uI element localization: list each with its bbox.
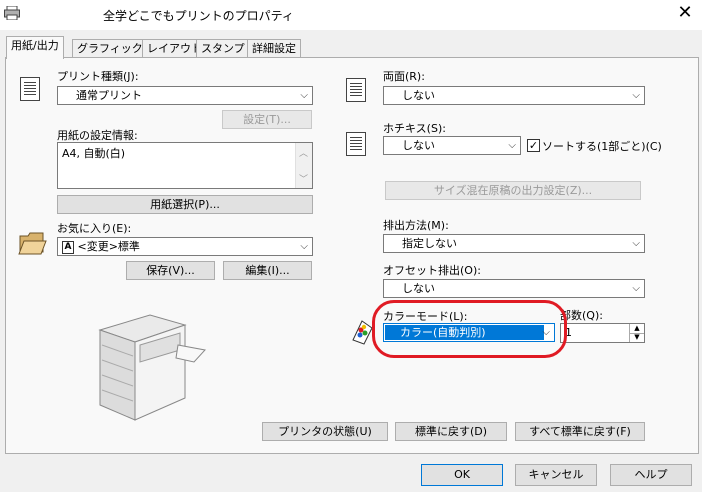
duplex-select[interactable]: しない ⌵ xyxy=(383,86,645,105)
copies-spinner[interactable]: 1 ▲ ▼ xyxy=(560,323,645,343)
chevron-down-icon: ⌵ xyxy=(632,90,640,101)
color-mode-value: カラー(自動判別) xyxy=(385,325,544,340)
edit-button[interactable]: 編集(I)... xyxy=(223,261,312,280)
scroll-down-icon[interactable]: ﹀ xyxy=(299,172,308,185)
ok-button[interactable]: OK xyxy=(421,464,503,486)
offset-select[interactable]: しない ⌵ xyxy=(383,279,645,298)
favorites-select[interactable]: A <変更>標準 ⌵ xyxy=(57,237,313,256)
duplex-label: 両面(R): xyxy=(383,70,425,83)
chevron-down-icon: ⌵ xyxy=(508,140,516,151)
help-button[interactable]: ヘルプ xyxy=(610,464,692,486)
staple-doc-icon xyxy=(346,132,366,156)
favorites-value: <変更>標準 xyxy=(77,240,140,253)
chevron-down-icon: ⌵ xyxy=(542,327,550,338)
staple-value: しない xyxy=(402,139,435,152)
tab-stamp[interactable]: スタンプ xyxy=(196,39,250,58)
chevron-down-icon: ⌵ xyxy=(632,283,640,294)
favorites-badge: A xyxy=(62,240,74,254)
color-mode-select[interactable]: カラー(自動判別) ⌵ xyxy=(383,323,555,342)
reset-default-button[interactable]: 標準に戻す(D) xyxy=(395,422,507,441)
output-method-select[interactable]: 指定しない ⌵ xyxy=(383,234,645,253)
favorites-label: お気に入り(E): xyxy=(57,222,132,235)
close-button[interactable]: ✕ xyxy=(670,2,700,26)
staple-label: ホチキス(S): xyxy=(383,122,446,135)
save-button[interactable]: 保存(V)... xyxy=(126,261,215,280)
cancel-button[interactable]: キャンセル xyxy=(515,464,597,486)
printer-illustration xyxy=(98,314,206,421)
chevron-down-icon: ⌵ xyxy=(300,90,308,101)
staple-select[interactable]: しない ⌵ xyxy=(383,136,521,155)
spin-down-icon[interactable]: ▼ xyxy=(629,333,644,342)
window-title: 全学どこでもプリントのプロパティ xyxy=(103,9,294,23)
output-method-label: 排出方法(M): xyxy=(383,219,449,232)
settings-button[interactable]: 設定(T)... xyxy=(222,110,312,129)
print-type-label: プリント種類(J): xyxy=(57,70,139,83)
mixed-size-button[interactable]: サイズ混在原稿の出力設定(Z)... xyxy=(385,181,641,200)
paper-info-textarea[interactable]: A4, 自動(白) ︿ ﹀ xyxy=(57,142,313,189)
tab-advanced[interactable]: 詳細設定 xyxy=(247,39,301,58)
scroll-up-icon[interactable]: ︿ xyxy=(299,146,308,159)
sort-checkbox[interactable]: ✓ xyxy=(527,139,540,152)
color-palette-icon xyxy=(352,320,373,345)
reset-all-button[interactable]: すべて標準に戻す(F) xyxy=(515,422,645,441)
duplex-doc-icon xyxy=(346,78,366,102)
chevron-down-icon: ⌵ xyxy=(632,238,640,249)
document-icon xyxy=(20,77,40,101)
output-method-value: 指定しない xyxy=(402,237,457,250)
paper-info-label: 用紙の設定情報: xyxy=(57,129,138,142)
print-type-value: 通常プリント xyxy=(76,89,142,102)
tab-paper-output[interactable]: 用紙/出力 xyxy=(6,36,64,59)
chevron-down-icon: ⌵ xyxy=(300,241,308,252)
offset-value: しない xyxy=(402,282,435,295)
sort-label: ソートする(1部ごと)(C) xyxy=(542,140,662,153)
duplex-value: しない xyxy=(402,89,435,102)
color-mode-label: カラーモード(L): xyxy=(383,308,468,324)
select-paper-button[interactable]: 用紙選択(P)... xyxy=(57,195,313,214)
paper-info-scrollbar[interactable]: ︿ ﹀ xyxy=(295,143,312,188)
print-type-select[interactable]: 通常プリント ⌵ xyxy=(57,86,313,105)
printer-status-button[interactable]: プリンタの状態(U) xyxy=(262,422,388,441)
offset-label: オフセット排出(O): xyxy=(383,264,481,277)
folder-icon xyxy=(18,232,47,255)
paper-info-value: A4, 自動(白) xyxy=(62,147,126,160)
printer-app-icon xyxy=(4,6,20,20)
